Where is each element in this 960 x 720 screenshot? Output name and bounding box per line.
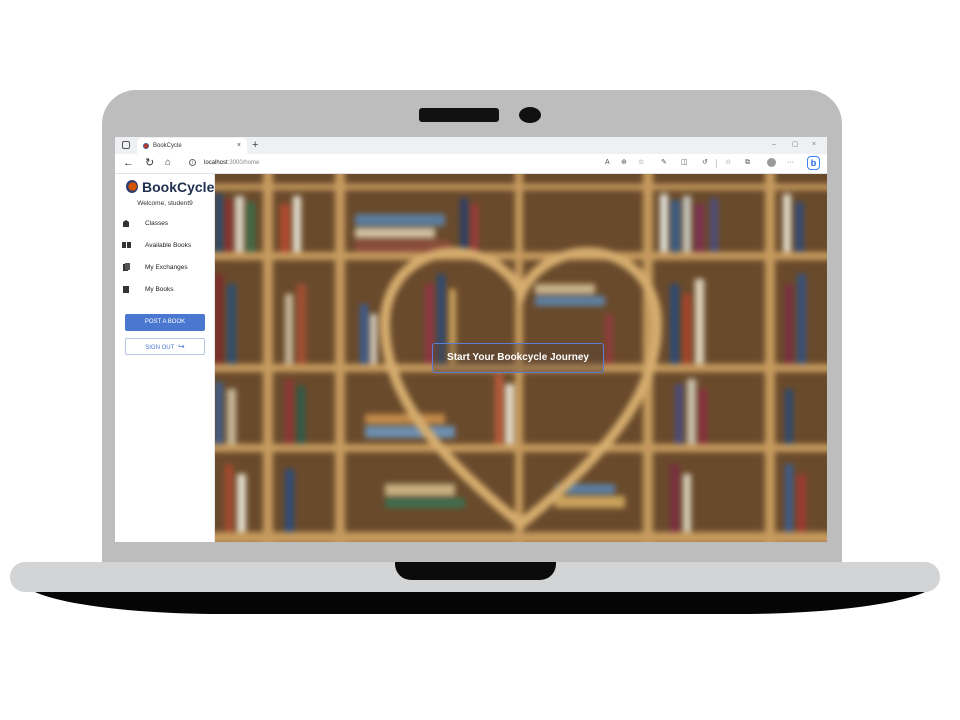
classes-icon [122, 219, 130, 228]
post-a-book-button[interactable]: POST A BOOK [125, 314, 205, 331]
bing-icon[interactable]: b [807, 156, 820, 170]
sidebar-item-classes[interactable]: Classes [115, 217, 214, 231]
laptop-speaker [419, 108, 499, 122]
url-field[interactable]: localhost:3000/home [204, 158, 259, 168]
sidebar-item-my-books[interactable]: My Books [115, 283, 214, 297]
book-icon [122, 285, 130, 294]
restore-icon[interactable]: ▢ [792, 137, 799, 153]
favorites-icon[interactable]: ☆ [725, 158, 731, 168]
window-close-icon[interactable]: × [812, 137, 816, 153]
site-info-icon[interactable]: i [189, 159, 196, 166]
laptop-camera [519, 107, 541, 123]
sign-out-label: SIGN OUT [145, 345, 175, 351]
profile-icon[interactable] [767, 158, 776, 167]
sidebar-item-label: My Books [145, 286, 174, 293]
more-icon[interactable]: ··· [787, 158, 794, 168]
browser-tab[interactable]: BookCycle × [137, 138, 247, 154]
sign-out-button[interactable]: SIGN OUT ↪ [125, 338, 205, 355]
toolbar-separator [716, 159, 717, 168]
favorite-icon[interactable]: ☆ [638, 158, 644, 168]
tab-close-icon[interactable]: × [237, 138, 241, 154]
open-book-icon [122, 241, 131, 250]
sidebar-item-label: Available Books [145, 242, 192, 249]
laptop-notch [395, 562, 556, 580]
split-screen-icon[interactable]: ◫ [681, 158, 688, 168]
browser-window: BookCycle × + – ▢ × ← ↻ ⌂ i localhost:30… [115, 137, 827, 542]
tab-actions-icon[interactable] [122, 141, 130, 149]
welcome-text: Welcome, student9 [137, 200, 193, 207]
sidebar: BookCycle Welcome, student9 Classes Avai… [115, 174, 215, 542]
back-icon[interactable]: ← [123, 156, 134, 170]
exchange-icon [122, 263, 130, 272]
logo-icon [126, 180, 138, 193]
brand-name: BookCycle [142, 179, 215, 195]
read-aloud-icon[interactable]: A [605, 158, 610, 168]
new-tab-button[interactable]: + [252, 137, 258, 153]
extension-icon[interactable]: ✎ [661, 158, 667, 168]
tab-title: BookCycle [153, 143, 182, 149]
tab-bar: BookCycle × + – ▢ × [115, 137, 827, 154]
home-icon[interactable]: ⌂ [165, 156, 171, 170]
sidebar-item-available-books[interactable]: Available Books [115, 239, 214, 253]
sidebar-item-label: My Exchanges [145, 264, 188, 271]
minimize-icon[interactable]: – [772, 137, 776, 153]
zoom-icon[interactable]: ⊕ [621, 158, 627, 168]
sidebar-item-label: Classes [145, 220, 169, 227]
refresh-icon[interactable]: ↺ [702, 158, 708, 168]
hero-banner: Start Your Bookcycle Journey [215, 174, 827, 542]
url-host: localhost [204, 160, 228, 166]
favicon-icon [143, 143, 149, 149]
sign-out-icon: ↪ [175, 342, 185, 351]
reload-icon[interactable]: ↻ [145, 156, 154, 170]
start-journey-button[interactable]: Start Your Bookcycle Journey [432, 343, 604, 373]
address-bar: ← ↻ ⌂ i localhost:3000/home A ⊕ ☆ ✎ ◫ ↺ … [115, 154, 827, 174]
collections-icon[interactable]: ⧉ [745, 158, 750, 168]
sidebar-item-my-exchanges[interactable]: My Exchanges [115, 261, 214, 275]
url-path: :3000/home [227, 160, 260, 166]
